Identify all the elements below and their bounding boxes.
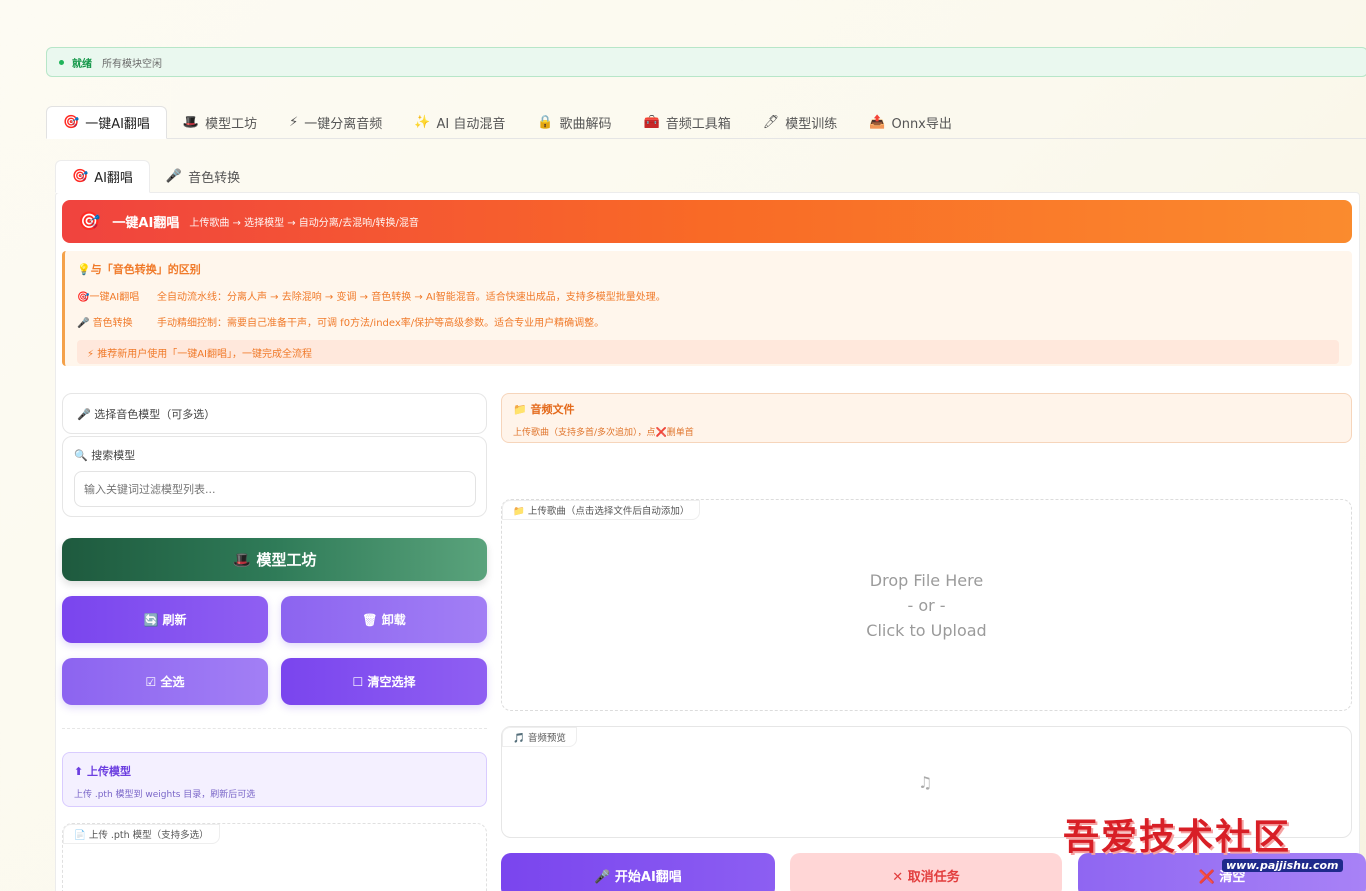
tab-model-training[interactable]: 🖊 模型训练 bbox=[747, 106, 854, 139]
toolbox-icon: 🧰 bbox=[643, 115, 660, 130]
upload-model-card: ⬆ 上传模型 上传 .pth 模型到 weights 目录，刷新后可选 bbox=[62, 752, 487, 807]
subtab-label: AI翻唱 bbox=[94, 171, 133, 186]
notice-row-label: 🎤 音色转换 bbox=[77, 318, 133, 329]
notice-row: 🎤 音色转换 手动精细控制：需要自己准备干声，可调 f0方法/index率/保护… bbox=[77, 314, 1340, 329]
tab-label: 模型工坊 bbox=[205, 117, 258, 132]
cancel-task-button[interactable]: ✕ 取消任务 bbox=[790, 853, 1062, 891]
tab-label: 一键AI翻唱 bbox=[85, 117, 150, 132]
clear-selection-button[interactable]: ☐ 清空选择 bbox=[281, 658, 487, 705]
watermark-logo: 吾爱技术社区 bbox=[1063, 816, 1292, 858]
start-cover-button[interactable]: 🎤 开始AI翻唱 bbox=[501, 853, 775, 891]
sub-tab-bar: 🎯 AI翻唱 🎤 音色转换 bbox=[55, 160, 256, 193]
banner-title: 一键AI翻唱 bbox=[112, 216, 180, 231]
song-dropzone[interactable]: 📁 上传歌曲（点击选择文件后自动添加） Drop File Here - or … bbox=[501, 499, 1352, 711]
music-note-icon: ♫ bbox=[918, 773, 933, 792]
lock-icon: 🔒 bbox=[537, 115, 554, 130]
target-icon: 🎯 bbox=[78, 211, 101, 232]
status-bar: 就绪 所有模块空闲 bbox=[46, 47, 1366, 77]
unload-button[interactable]: 🗑 卸载 bbox=[281, 596, 487, 643]
song-upload-label: 📁 上传歌曲（点击选择文件后自动添加） bbox=[502, 500, 701, 520]
banner-subtitle: 上传歌曲 → 选择模型 → 自动分离/去混响/转换/混音 bbox=[189, 218, 419, 229]
audio-file-card: 📁 音频文件 上传歌曲（支持多首/多次追加），点❌删单首 bbox=[501, 393, 1352, 443]
subtab-label: 音色转换 bbox=[188, 171, 241, 186]
sparkle-icon: ✨ bbox=[414, 115, 431, 130]
tab-auto-mix[interactable]: ✨ AI 自动混音 bbox=[398, 106, 521, 139]
tab-label: 一键分离音频 bbox=[304, 117, 383, 132]
target-icon: 🎯 bbox=[72, 169, 89, 184]
tab-label: Onnx导出 bbox=[891, 117, 952, 132]
main-tab-bar: 🎯 一键AI翻唱 🎩 模型工坊 ⚡ 一键分离音频 ✨ AI 自动混音 🔒 歌曲解码 🧰 音频… bbox=[46, 106, 1366, 139]
divider bbox=[62, 728, 487, 729]
model-workshop-button[interactable]: 🎩 模型工坊 bbox=[62, 538, 487, 581]
difference-notice: 💡与「音色转换」的区别 🎯一键AI翻唱 全自动流水线：分离人声 → 去除混响 →… bbox=[62, 251, 1352, 366]
tab-ai-cover[interactable]: 🎯 一键AI翻唱 bbox=[46, 106, 167, 139]
pen-icon: 🖊 bbox=[762, 115, 780, 130]
status-state: 就绪 bbox=[72, 58, 92, 70]
watermark-url: www.pajjishu.com bbox=[1222, 859, 1343, 872]
search-label: 🔍 搜索模型 bbox=[74, 449, 136, 462]
hat-icon: 🎩 bbox=[182, 115, 200, 130]
subtab-voice-convert[interactable]: 🎤 音色转换 bbox=[150, 160, 256, 193]
notice-row-label: 🎯一键AI翻唱 bbox=[77, 292, 140, 303]
dropzone-text: Drop File Here - or - Click to Upload bbox=[502, 568, 1351, 643]
search-input[interactable] bbox=[74, 471, 476, 507]
upload-model-subtitle: 上传 .pth 模型到 weights 目录，刷新后可选 bbox=[74, 790, 256, 800]
tab-label: 音频工具箱 bbox=[665, 117, 731, 132]
drop-line: Drop File Here bbox=[869, 571, 984, 590]
tab-song-decode[interactable]: 🔒 歌曲解码 bbox=[521, 106, 627, 139]
subtab-ai-cover[interactable]: 🎯 AI翻唱 bbox=[55, 160, 150, 193]
model-select-dropdown[interactable]: 🎤 选择音色模型（可多选） bbox=[62, 393, 487, 434]
tab-model-workshop[interactable]: 🎩 模型工坊 bbox=[167, 106, 273, 139]
target-icon: 🎯 bbox=[63, 115, 80, 130]
notice-row-text: 全自动流水线：分离人声 → 去除混响 → 变调 → 音色转换 → AI智能混音。… bbox=[157, 292, 666, 303]
pth-upload-label: 📄 上传 .pth 模型（支持多选） bbox=[63, 824, 220, 844]
audio-file-subtitle: 上传歌曲（支持多首/多次追加），点❌删单首 bbox=[513, 428, 694, 438]
audio-file-title: 📁 音频文件 bbox=[513, 403, 575, 416]
drop-line: - or - bbox=[907, 596, 946, 615]
drop-line: Click to Upload bbox=[866, 621, 987, 640]
microphone-icon: 🎤 bbox=[165, 169, 183, 184]
tab-onnx-export[interactable]: 📤 Onnx导出 bbox=[853, 106, 968, 139]
tab-label: 模型训练 bbox=[785, 117, 838, 132]
audio-preview-label: 🎵 音频预览 bbox=[502, 727, 577, 747]
select-all-button[interactable]: ☑ 全选 bbox=[62, 658, 268, 705]
tab-label: AI 自动混音 bbox=[436, 117, 506, 132]
pth-upload-zone[interactable]: 📄 上传 .pth 模型（支持多选） bbox=[62, 823, 487, 891]
tab-separate-audio[interactable]: ⚡ 一键分离音频 bbox=[273, 106, 398, 139]
lightning-icon: ⚡ bbox=[289, 115, 299, 130]
refresh-button[interactable]: 🔄 刷新 bbox=[62, 596, 268, 643]
recommend-note: ⚡ 推荐新用户使用「一键AI翻唱」，一键完成全流程 bbox=[77, 340, 1339, 364]
export-icon: 📤 bbox=[869, 115, 886, 130]
notice-title: 💡与「音色转换」的区别 bbox=[77, 263, 201, 276]
search-card: 🔍 搜索模型 bbox=[62, 436, 487, 517]
upload-model-title: ⬆ 上传模型 bbox=[74, 765, 132, 778]
notice-row: 🎯一键AI翻唱 全自动流水线：分离人声 → 去除混响 → 变调 → 音色转换 →… bbox=[77, 288, 1340, 303]
notice-row-text: 手动精细控制：需要自己准备干声，可调 f0方法/index率/保护等高级参数。适… bbox=[157, 318, 605, 329]
tab-label: 歌曲解码 bbox=[559, 117, 612, 132]
feature-banner: 🎯 一键AI翻唱 上传歌曲 → 选择模型 → 自动分离/去混响/转换/混音 bbox=[62, 200, 1352, 243]
status-dot-icon bbox=[59, 59, 64, 65]
status-message: 所有模块空闲 bbox=[102, 58, 162, 70]
tab-audio-toolbox[interactable]: 🧰 音频工具箱 bbox=[628, 106, 747, 139]
